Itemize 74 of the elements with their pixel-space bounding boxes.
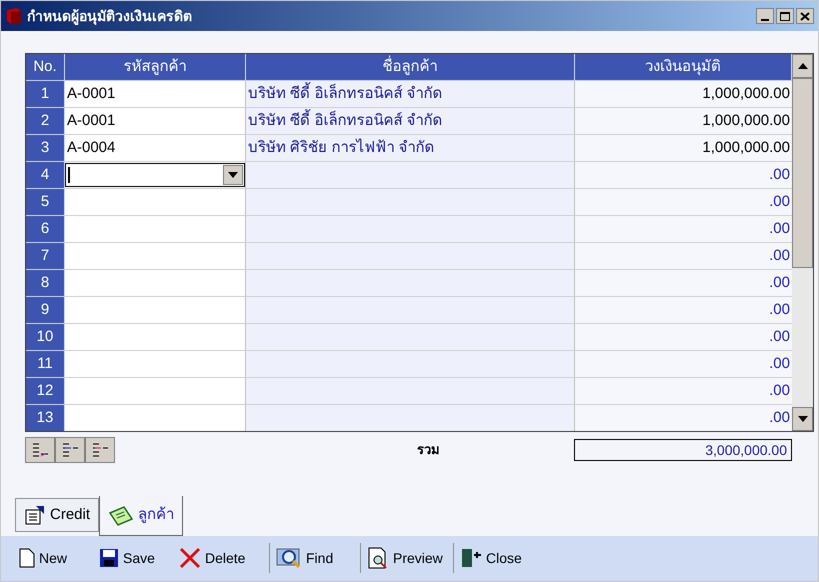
tab[interactable]: Credit: [15, 498, 100, 532]
up-arrow-icon: [798, 63, 808, 69]
toolbar-button[interactable]: Save: [95, 540, 173, 576]
minimize-icon: [761, 19, 769, 21]
table-row[interactable]: 3 A-0004 บริษัท ศิริชัย การไฟฟ้า จำกัด 1,000,000.00: [26, 134, 792, 161]
table-cell: บริษัท ซีดี้ อิเล็กทรอนิคส์ จำกัด: [246, 81, 575, 107]
table-cell: A-0004: [65, 135, 246, 161]
row-number: 11: [26, 351, 65, 377]
total-label: รวม: [417, 441, 440, 460]
table-row[interactable]: 10 .00: [26, 323, 792, 350]
preview-icon: [367, 547, 389, 569]
text-cursor: [68, 167, 70, 183]
maximize-icon: [780, 12, 790, 20]
table-row[interactable]: 1 A-0001 บริษัท ซีดี้ อิเล็กทรอนิคส์ จำกัด 1,000,000.00: [26, 80, 792, 107]
table-cell: บริษัท ซีดี้ อิเล็กทรอนิคส์ จำกัด: [246, 108, 575, 134]
outdent-icon: [31, 442, 49, 458]
row-number: 12: [26, 378, 65, 404]
delete-row-button[interactable]: [85, 437, 115, 463]
note-icon: [108, 504, 134, 526]
table-row[interactable]: 9 .00: [26, 296, 792, 323]
row-number: 13: [26, 405, 65, 431]
table-row[interactable]: 7 .00: [26, 242, 792, 269]
outdent-button[interactable]: [25, 437, 55, 463]
table-row[interactable]: 5 .00: [26, 188, 792, 215]
row-number: 4: [26, 162, 65, 188]
report-icon: [24, 505, 46, 525]
door-icon: [460, 547, 482, 569]
table-row[interactable]: 11 .00: [26, 350, 792, 377]
book-icon: [5, 7, 23, 25]
table-row[interactable]: 2 A-0001 บริษัท ซีดี้ อิเล็กทรอนิคส์ จำกัด 1,000,000.00: [26, 107, 792, 134]
dropdown-button[interactable]: [223, 165, 243, 185]
toolbar-button[interactable]: Close: [456, 540, 536, 576]
close-button[interactable]: [796, 8, 814, 24]
table-cell: A-0001: [65, 81, 246, 107]
row-number: 7: [26, 243, 65, 269]
scrollbar[interactable]: [792, 54, 813, 431]
customer-code-dropdown[interactable]: [65, 163, 245, 187]
toolbar-button[interactable]: Preview: [363, 540, 451, 576]
table-cell: A-0001: [65, 108, 246, 134]
row-number: 8: [26, 270, 65, 296]
page-icon: [19, 548, 35, 568]
table-row[interactable]: 13 .00: [26, 404, 792, 431]
table-row[interactable]: 6 .00: [26, 215, 792, 242]
tab[interactable]: ลูกค้า: [99, 496, 184, 536]
row-number: 10: [26, 324, 65, 350]
column-header: No.: [26, 54, 65, 80]
toolbar-button[interactable]: Find: [272, 540, 358, 576]
row-number: 6: [26, 216, 65, 242]
column-header: ชื่อลูกค้า: [246, 54, 575, 80]
toolbar-button[interactable]: New: [15, 540, 93, 576]
down-arrow-icon: [798, 416, 808, 422]
caret-icon: [228, 172, 238, 178]
row-number: 5: [26, 189, 65, 215]
row-number: 1: [26, 81, 65, 107]
cross-icon: [179, 547, 201, 569]
toolbar-button[interactable]: Delete: [175, 540, 267, 576]
row-number: 9: [26, 297, 65, 323]
maximize-button[interactable]: [776, 8, 794, 24]
column-header: รหัสลูกค้า: [65, 54, 246, 80]
table-row[interactable]: 4 .00: [26, 161, 792, 188]
minimize-button[interactable]: [756, 8, 774, 24]
window-title: กำหนดผู้อนุมัติวงเงินเครดิต: [27, 6, 192, 26]
row-number: 3: [26, 135, 65, 161]
delete-row-icon: [91, 442, 109, 458]
save-icon: [99, 548, 119, 568]
table-cell: บริษัท ศิริชัย การไฟฟ้า จำกัด: [246, 135, 575, 161]
insert-row-icon: [61, 442, 79, 458]
close-icon: [800, 12, 810, 20]
row-number: 2: [26, 108, 65, 134]
table-row[interactable]: 8 .00: [26, 269, 792, 296]
total-field: 3,000,000.00: [574, 439, 792, 461]
search-icon: [276, 547, 302, 569]
table-row[interactable]: 12 .00: [26, 377, 792, 404]
insert-row-button[interactable]: [55, 437, 85, 463]
